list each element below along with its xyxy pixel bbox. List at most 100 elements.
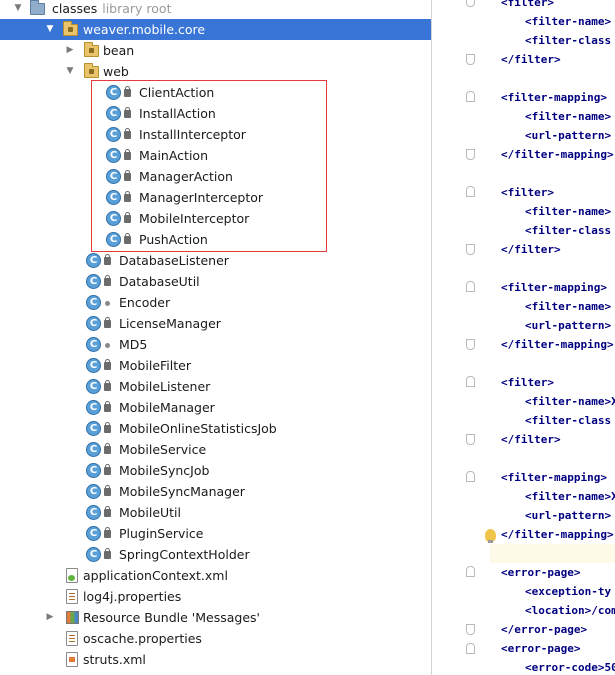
expanded-arrow-icon[interactable]: ▼ (44, 19, 56, 40)
tree-item-web[interactable]: ▼ web (0, 61, 431, 82)
code-line: <filter-name> (525, 300, 612, 313)
tree-item-label: InstallAction (139, 106, 216, 121)
tree-item-class[interactable]: C PushAction (0, 229, 431, 250)
class-icon: C (106, 85, 121, 100)
fold-marker-icon[interactable] (466, 566, 475, 577)
tree-item-class[interactable]: C MobileOnlineStatisticsJob (0, 418, 431, 439)
collapsed-arrow-icon[interactable]: ▶ (44, 607, 56, 628)
code-line: <filter> (501, 376, 554, 389)
tree-item-class[interactable]: C MD5 (0, 334, 431, 355)
tree-item-file[interactable]: struts.xml (0, 649, 431, 670)
tree-item-class[interactable]: C SpringContextHolder (0, 544, 431, 565)
tree-item-label: Encoder (119, 295, 171, 310)
class-icon: C (86, 484, 101, 499)
tree-item-label: DatabaseUtil (119, 274, 200, 289)
code-line: <filter> (501, 0, 554, 9)
lock-icon (124, 191, 131, 202)
fold-marker-icon[interactable] (466, 91, 475, 102)
tree-item-class[interactable]: C MobileSyncManager (0, 481, 431, 502)
code-line: <filter-class (525, 34, 612, 47)
tree-item-class[interactable]: C PluginService (0, 523, 431, 544)
class-icon: C (86, 274, 101, 289)
lock-icon (104, 275, 111, 286)
code-line: </filter> (501, 243, 561, 256)
tree-item-label: MobileManager (119, 400, 215, 415)
class-icon: C (86, 316, 101, 331)
tree-item-weaver-mobile-core[interactable]: ▼ weaver.mobile.core (0, 19, 431, 40)
fold-marker-icon[interactable] (466, 281, 475, 292)
tree-item-class[interactable]: C Encoder (0, 292, 431, 313)
tree-item-file[interactable]: applicationContext.xml (0, 565, 431, 586)
code-line: </error-page> (501, 623, 588, 636)
lock-icon (124, 149, 131, 160)
lock-icon (124, 170, 131, 181)
lock-icon (124, 233, 131, 244)
tree-item-class[interactable]: C ManagerAction (0, 166, 431, 187)
code-line: <url-pattern> (525, 129, 612, 142)
class-icon: C (106, 190, 121, 205)
code-line: <filter-mapping> (501, 471, 607, 484)
class-icon: C (106, 232, 121, 247)
code-line: <filter-name>X (525, 490, 615, 503)
fold-marker-icon[interactable] (466, 339, 475, 350)
fold-marker-icon[interactable] (466, 54, 475, 65)
tree-item-file[interactable]: log4j.properties (0, 586, 431, 607)
code-line: <error-page> (501, 642, 581, 655)
tree-item-class[interactable]: C MainAction (0, 145, 431, 166)
tree-item-class[interactable]: C ClientAction (0, 82, 431, 103)
package-private-icon (105, 343, 110, 348)
fold-marker-icon[interactable] (466, 244, 475, 255)
resource-bundle-icon (66, 611, 79, 624)
project-tree: ▼ classes library root ▼ weaver.mobile.co… (0, 0, 432, 675)
fold-marker-icon[interactable] (466, 471, 475, 482)
tree-item-class[interactable]: C MobileListener (0, 376, 431, 397)
tree-item-label: ManagerAction (139, 169, 233, 184)
tree-item-class[interactable]: C InstallAction (0, 103, 431, 124)
tree-item-class[interactable]: C MobileSyncJob (0, 460, 431, 481)
tree-item-class[interactable]: C InstallInterceptor (0, 124, 431, 145)
fold-marker-icon[interactable] (466, 376, 475, 387)
lock-icon (104, 527, 111, 538)
tree-item-class[interactable]: C MobileManager (0, 397, 431, 418)
code-line: <filter-mapping> (501, 281, 607, 294)
class-icon: C (86, 253, 101, 268)
tree-item-label: PushAction (139, 232, 208, 247)
lock-icon (104, 443, 111, 454)
fold-marker-icon[interactable] (466, 0, 475, 7)
tree-item-class[interactable]: C MobileInterceptor (0, 208, 431, 229)
expanded-arrow-icon[interactable]: ▼ (12, 0, 24, 19)
fold-marker-icon[interactable] (466, 149, 475, 160)
collapsed-arrow-icon[interactable]: ▶ (64, 40, 76, 61)
code-line: <filter-name> (525, 15, 612, 28)
class-icon: C (86, 295, 101, 310)
tree-item-class[interactable]: C ManagerInterceptor (0, 187, 431, 208)
expanded-arrow-icon[interactable]: ▼ (64, 61, 76, 82)
xml-file-icon (66, 652, 78, 667)
tree-item-label: MobileListener (119, 379, 211, 394)
tree-item-classes[interactable]: ▼ classes library root (0, 0, 431, 19)
editor-gutter (432, 0, 490, 675)
tree-item-label: MobileUtil (119, 505, 181, 520)
fold-marker-icon[interactable] (466, 186, 475, 197)
fold-marker-icon[interactable] (466, 624, 475, 635)
code-line: <filter-class (525, 414, 612, 427)
tree-item-bean[interactable]: ▶ bean (0, 40, 431, 61)
tree-item-class[interactable]: C DatabaseListener (0, 250, 431, 271)
tree-item-class[interactable]: C MobileService (0, 439, 431, 460)
code-line: </filter> (501, 53, 561, 66)
code-line: <filter-name>X (525, 395, 615, 408)
fold-marker-icon[interactable] (466, 434, 475, 445)
tree-item-class[interactable]: C MobileFilter (0, 355, 431, 376)
tree-item-class[interactable]: C DatabaseUtil (0, 271, 431, 292)
code-editor[interactable]: <filter> <filter-name> <filter-class </f… (490, 0, 615, 675)
class-icon: C (106, 169, 121, 184)
class-icon: C (86, 358, 101, 373)
tree-item-file[interactable]: oscache.properties (0, 628, 431, 649)
fold-marker-icon[interactable] (466, 643, 475, 654)
class-icon: C (86, 442, 101, 457)
tree-item-class[interactable]: C MobileUtil (0, 502, 431, 523)
tree-item-class[interactable]: C LicenseManager (0, 313, 431, 334)
tree-item-resource-bundle[interactable]: ▶ Resource Bundle 'Messages' (0, 607, 431, 628)
code-line: <url-pattern> (525, 509, 612, 522)
class-icon: C (106, 106, 121, 121)
